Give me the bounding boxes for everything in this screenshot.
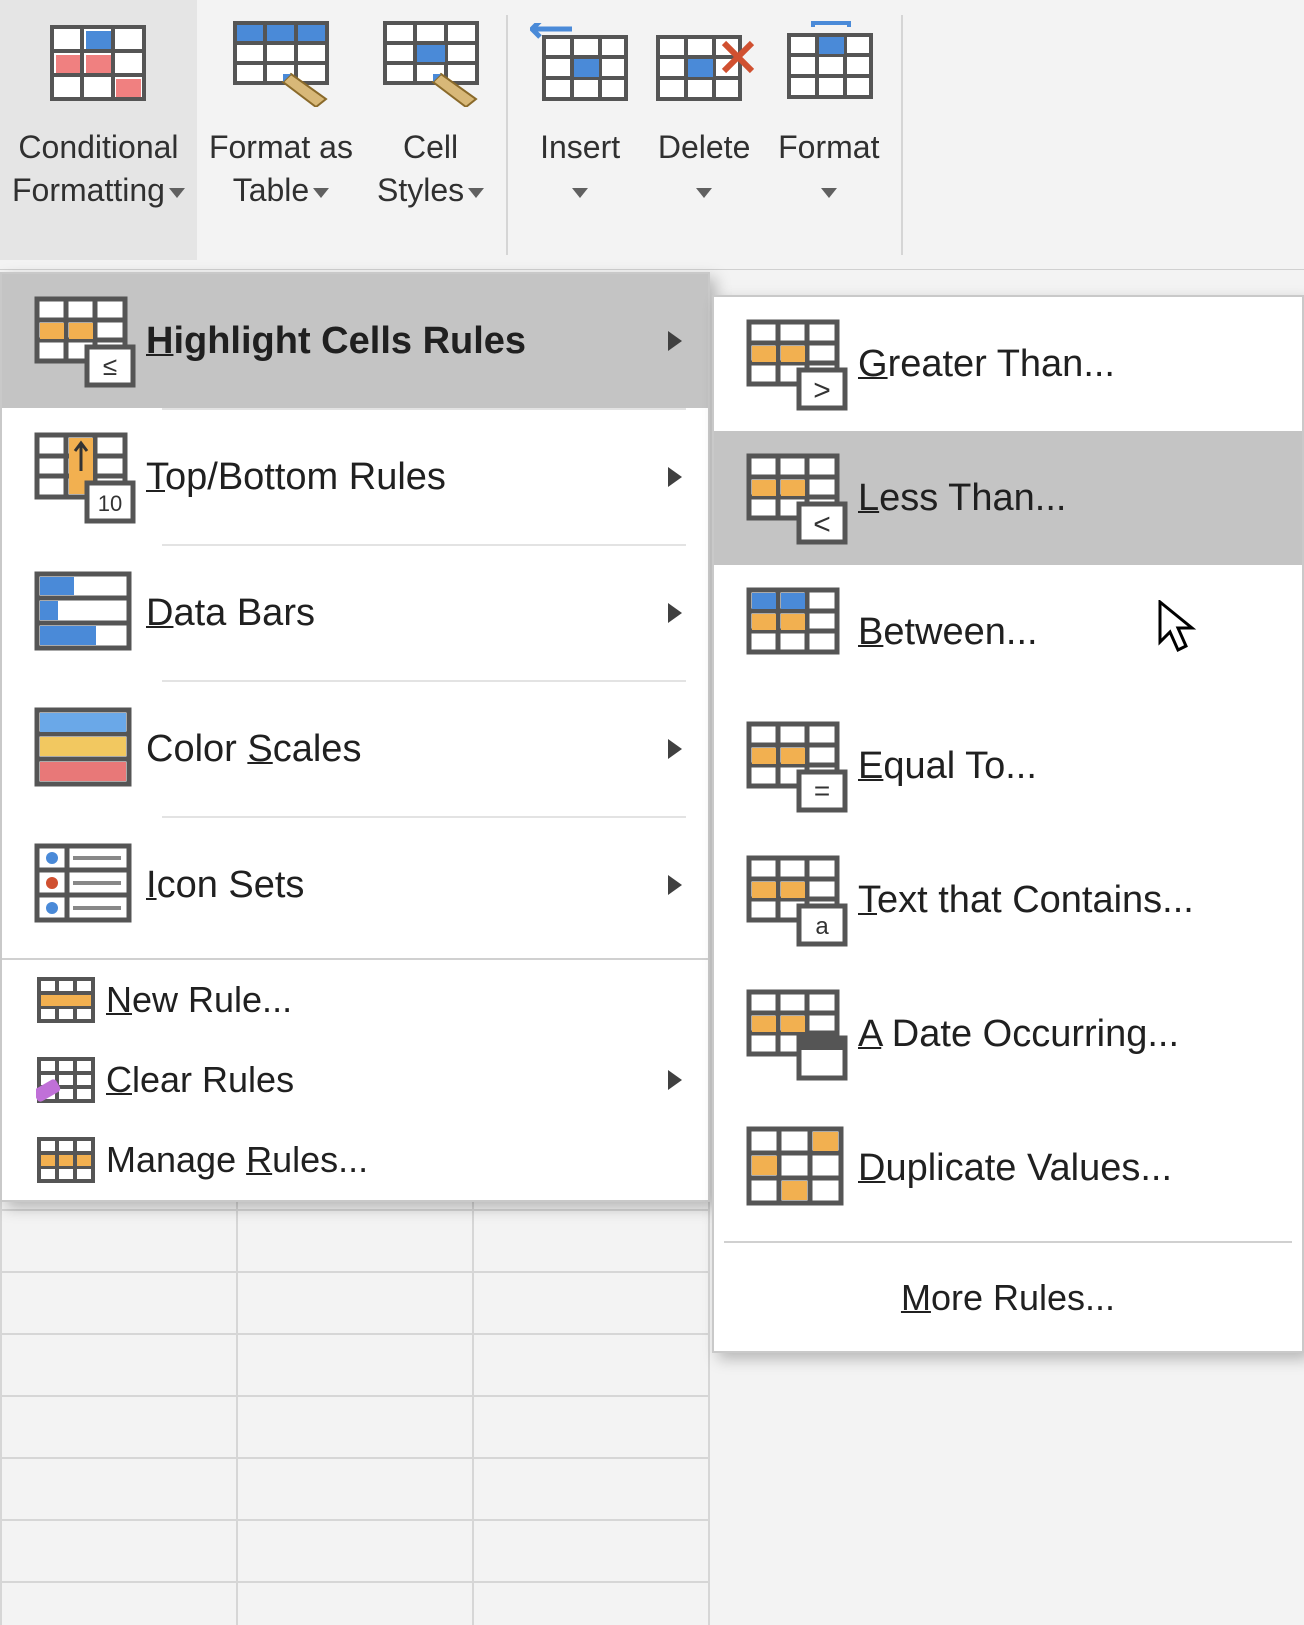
duplicate-values-icon bbox=[738, 1123, 858, 1213]
menu-item-label: Data Bars bbox=[146, 592, 315, 635]
ribbon-separator bbox=[901, 15, 903, 255]
dropdown-caret-icon bbox=[468, 188, 484, 198]
conditional-formatting-icon bbox=[48, 18, 148, 108]
menu-item-icon-sets[interactable]: Icon Sets bbox=[2, 818, 708, 952]
svg-text:10: 10 bbox=[98, 491, 122, 516]
manage-rules-icon bbox=[26, 1132, 106, 1188]
cell-styles-icon bbox=[381, 18, 481, 108]
insert-icon bbox=[530, 18, 630, 108]
format-as-table-icon bbox=[231, 18, 331, 108]
menu-item-duplicate-values[interactable]: Duplicate Values... bbox=[714, 1101, 1302, 1235]
menu-item-manage-rules[interactable]: Manage Rules... bbox=[2, 1120, 708, 1200]
submenu-arrow-icon bbox=[668, 875, 682, 895]
less-than-icon: < bbox=[738, 453, 858, 543]
conditional-formatting-label: Conditional Formatting bbox=[12, 126, 185, 212]
menu-item-between[interactable]: Between... bbox=[714, 565, 1302, 699]
cell-styles-button[interactable]: Cell Styles bbox=[365, 0, 496, 260]
menu-item-label: A Date Occurring... bbox=[858, 1013, 1179, 1056]
delete-label: Delete bbox=[658, 126, 751, 212]
between-icon bbox=[738, 587, 858, 677]
menu-item-label: Highlight Cells Rules bbox=[146, 320, 526, 363]
ribbon-separator bbox=[506, 15, 508, 255]
conditional-formatting-menu: ≤ Highlight Cells Rules 10 Top/Bottom Ru… bbox=[0, 272, 710, 1202]
menu-item-label: Between... bbox=[858, 611, 1038, 654]
menu-item-label: Top/Bottom Rules bbox=[146, 456, 446, 499]
ribbon: Conditional Formatting Format as Table bbox=[0, 0, 1304, 270]
menu-separator bbox=[724, 1241, 1292, 1243]
menu-item-label: Icon Sets bbox=[146, 864, 304, 907]
menu-item-equal-to[interactable]: = Equal To... bbox=[714, 699, 1302, 833]
menu-item-label: Color Scales bbox=[146, 728, 361, 771]
format-label: Format bbox=[778, 126, 879, 212]
equal-to-icon: = bbox=[738, 721, 858, 811]
svg-text:≤: ≤ bbox=[103, 351, 117, 381]
svg-text:>: > bbox=[813, 374, 831, 407]
menu-item-data-bars[interactable]: Data Bars bbox=[2, 546, 708, 680]
menu-item-less-than[interactable]: < Less Than... bbox=[714, 431, 1302, 565]
menu-item-color-scales[interactable]: Color Scales bbox=[2, 682, 708, 816]
dropdown-caret-icon bbox=[821, 188, 837, 198]
format-as-table-button[interactable]: Format as Table bbox=[197, 0, 365, 260]
dropdown-caret-icon bbox=[696, 188, 712, 198]
svg-text:<: < bbox=[813, 508, 831, 541]
format-icon bbox=[779, 18, 879, 108]
submenu-arrow-icon bbox=[668, 603, 682, 623]
menu-item-text-contains[interactable]: a Text that Contains... bbox=[714, 833, 1302, 967]
format-as-table-label: Format as Table bbox=[209, 126, 353, 212]
clear-rules-icon bbox=[26, 1052, 106, 1108]
dropdown-caret-icon bbox=[572, 188, 588, 198]
menu-item-label: Less Than... bbox=[858, 477, 1066, 520]
menu-item-more-rules[interactable]: More Rules... bbox=[714, 1249, 1302, 1351]
icon-sets-icon bbox=[26, 840, 146, 930]
insert-button[interactable]: Insert bbox=[518, 0, 642, 260]
conditional-formatting-button[interactable]: Conditional Formatting bbox=[0, 0, 197, 260]
svg-text:=: = bbox=[814, 775, 830, 806]
submenu-arrow-icon bbox=[668, 467, 682, 487]
color-scales-icon bbox=[26, 704, 146, 794]
submenu-arrow-icon bbox=[668, 331, 682, 351]
menu-item-highlight-cells-rules[interactable]: ≤ Highlight Cells Rules bbox=[2, 274, 708, 408]
menu-item-label: Equal To... bbox=[858, 745, 1037, 788]
text-contains-icon: a bbox=[738, 855, 858, 945]
cell-styles-label: Cell Styles bbox=[377, 126, 484, 212]
menu-item-label: Greater Than... bbox=[858, 343, 1115, 386]
submenu-arrow-icon bbox=[668, 739, 682, 759]
menu-item-label: Manage Rules... bbox=[106, 1139, 368, 1181]
menu-item-new-rule[interactable]: New Rule... bbox=[2, 960, 708, 1040]
data-bars-icon bbox=[26, 568, 146, 658]
menu-item-top-bottom-rules[interactable]: 10 Top/Bottom Rules bbox=[2, 410, 708, 544]
dropdown-caret-icon bbox=[169, 188, 185, 198]
menu-item-greater-than[interactable]: > Greater Than... bbox=[714, 297, 1302, 431]
menu-item-label: Duplicate Values... bbox=[858, 1147, 1172, 1190]
dropdown-caret-icon bbox=[313, 188, 329, 198]
menu-item-label: New Rule... bbox=[106, 979, 292, 1021]
menu-item-date-occurring[interactable]: A Date Occurring... bbox=[714, 967, 1302, 1101]
menu-item-label: Clear Rules bbox=[106, 1059, 294, 1101]
delete-icon bbox=[654, 18, 754, 108]
svg-text:a: a bbox=[815, 913, 829, 940]
submenu-arrow-icon bbox=[668, 1070, 682, 1090]
insert-label: Insert bbox=[540, 126, 620, 212]
date-occurring-icon bbox=[738, 989, 858, 1079]
greater-than-icon: > bbox=[738, 319, 858, 409]
highlight-cells-rules-submenu: > Greater Than... < Less Than... bbox=[712, 295, 1304, 1353]
menu-item-clear-rules[interactable]: Clear Rules bbox=[2, 1040, 708, 1120]
ribbon-group-styles: Conditional Formatting Format as Table bbox=[0, 0, 496, 269]
menu-item-label: Text that Contains... bbox=[858, 879, 1194, 922]
delete-button[interactable]: Delete bbox=[642, 0, 766, 260]
top-bottom-icon: 10 bbox=[26, 432, 146, 522]
highlight-cells-icon: ≤ bbox=[26, 296, 146, 386]
new-rule-icon bbox=[26, 972, 106, 1028]
format-button[interactable]: Format bbox=[766, 0, 891, 260]
ribbon-group-cells: Insert Delete bbox=[518, 0, 891, 269]
